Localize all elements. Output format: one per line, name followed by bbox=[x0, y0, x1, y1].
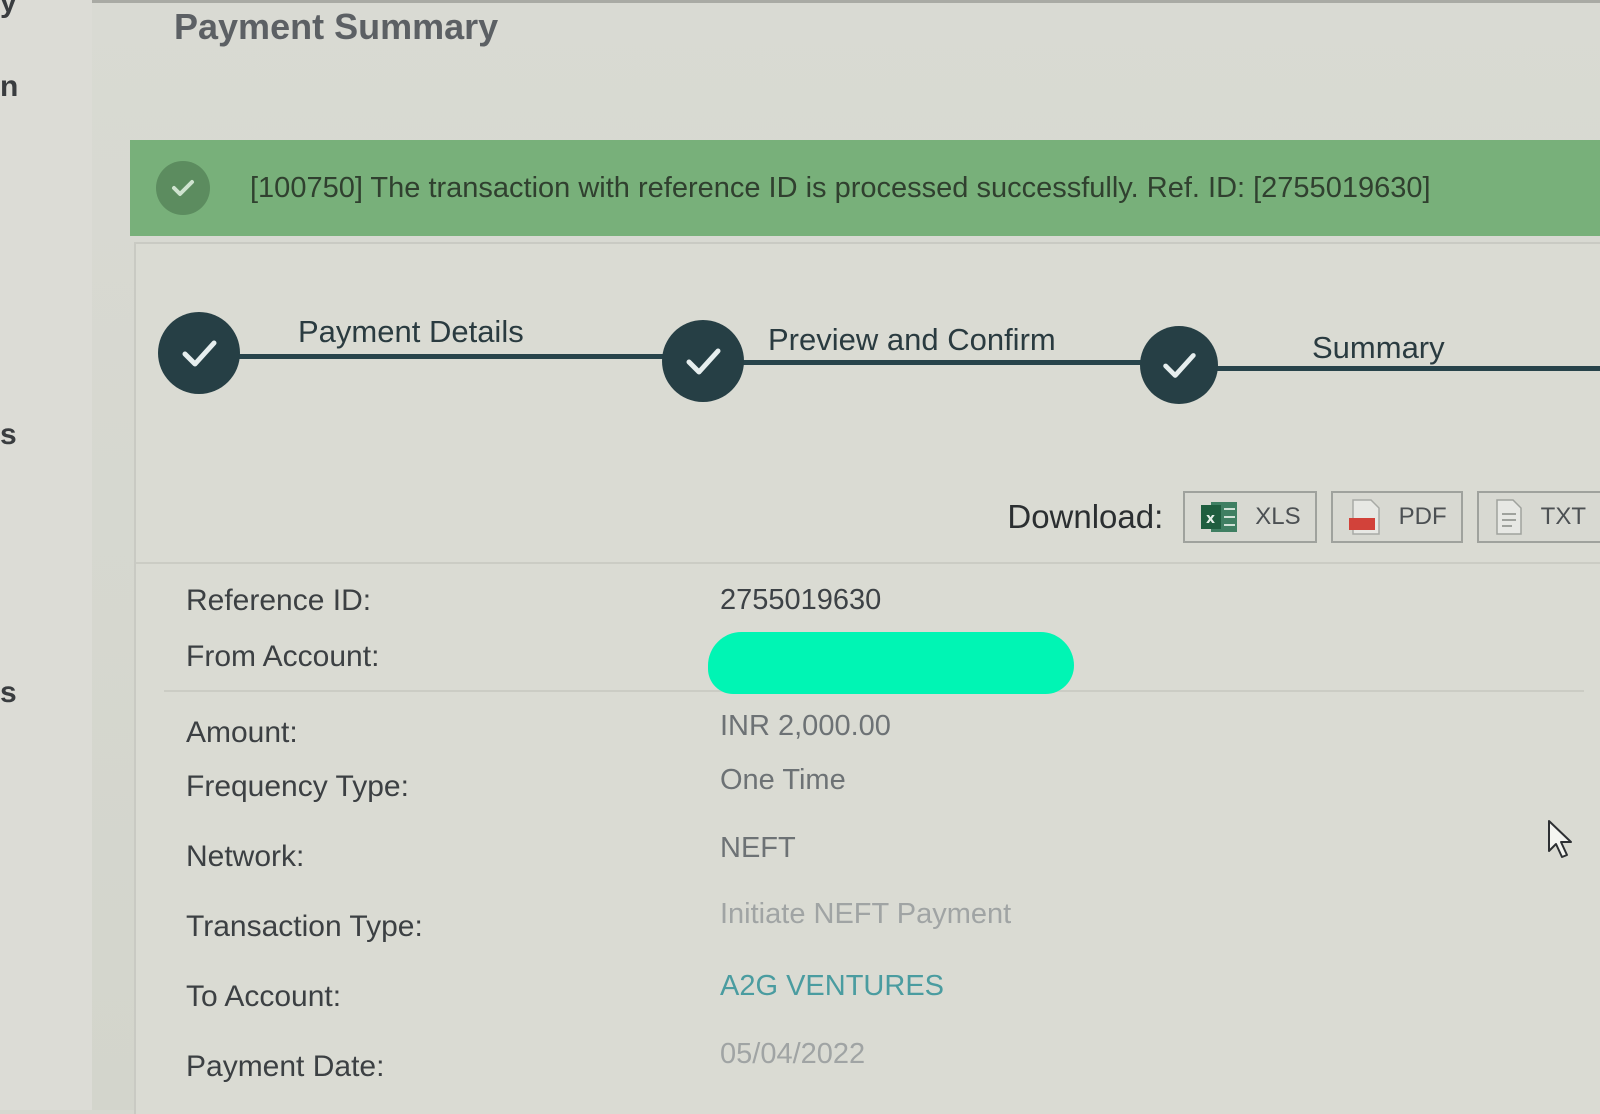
txt-label: TXT bbox=[1540, 503, 1586, 530]
step-connector bbox=[1182, 366, 1600, 371]
reference-id-label: Reference ID: bbox=[186, 584, 372, 617]
step-label-summary: Summary bbox=[1312, 330, 1445, 365]
excel-icon: x bbox=[1199, 499, 1239, 535]
sidebar: y n s s bbox=[0, 0, 94, 1110]
success-alert: [100750] The transaction with reference … bbox=[130, 140, 1600, 236]
txt-icon bbox=[1493, 498, 1525, 536]
section-divider bbox=[136, 562, 1600, 564]
sidebar-text-fragment[interactable]: n bbox=[0, 70, 18, 104]
page-title: Payment Summary bbox=[174, 6, 499, 47]
step-label-payment-details: Payment Details bbox=[298, 314, 524, 349]
redaction-mark bbox=[708, 632, 1074, 694]
transaction-type-label: Transaction Type: bbox=[186, 910, 423, 943]
network-value: NEFT bbox=[720, 832, 796, 864]
payment-summary-card: Payment Details Preview and Confirm Summ… bbox=[134, 242, 1600, 1114]
to-account-label: To Account: bbox=[186, 980, 342, 1013]
pdf-label: PDF bbox=[1398, 503, 1447, 530]
pdf-icon bbox=[1347, 498, 1383, 536]
download-txt-button[interactable]: TXT bbox=[1476, 491, 1600, 543]
payment-date-value: 05/04/2022 bbox=[720, 1038, 866, 1070]
alert-message: [100750] The transaction with reference … bbox=[250, 171, 1431, 204]
reference-id-value: 2755019630 bbox=[720, 584, 882, 616]
download-toolbar: Download: x XLS PDF TXT bbox=[1007, 490, 1600, 544]
main-content: Payment Summary [100750] The transaction… bbox=[92, 0, 1600, 1114]
download-label: Download: bbox=[1007, 498, 1164, 535]
step-check-icon bbox=[662, 320, 744, 402]
step-label-preview-confirm: Preview and Confirm bbox=[768, 322, 1056, 357]
xls-label: XLS bbox=[1255, 503, 1301, 530]
amount-value: INR 2,000.00 bbox=[720, 710, 891, 742]
payment-date-label: Payment Date: bbox=[186, 1050, 385, 1083]
step-connector bbox=[702, 360, 1182, 365]
frequency-type-value: One Time bbox=[720, 764, 846, 796]
sidebar-text-fragment[interactable]: y bbox=[0, 0, 17, 20]
mouse-pointer-icon bbox=[1546, 819, 1576, 866]
step-check-icon bbox=[1140, 326, 1218, 404]
amount-label: Amount: bbox=[186, 716, 298, 749]
top-divider bbox=[92, 0, 1600, 3]
to-account-value[interactable]: A2G VENTURES bbox=[720, 970, 944, 1003]
download-xls-button[interactable]: x XLS bbox=[1183, 491, 1317, 543]
step-check-icon bbox=[158, 312, 240, 394]
frequency-type-label: Frequency Type: bbox=[186, 770, 409, 803]
check-circle-icon bbox=[156, 161, 210, 215]
from-account-label: From Account: bbox=[186, 640, 380, 673]
sidebar-text-fragment[interactable]: s bbox=[0, 418, 17, 452]
step-connector bbox=[200, 354, 700, 359]
transaction-type-value: Initiate NEFT Payment bbox=[720, 898, 1012, 930]
sidebar-text-fragment[interactable]: s bbox=[0, 676, 17, 710]
progress-stepper: Payment Details Preview and Confirm Summ… bbox=[136, 244, 1600, 424]
network-label: Network: bbox=[186, 840, 305, 873]
download-pdf-button[interactable]: PDF bbox=[1330, 491, 1463, 543]
svg-text:x: x bbox=[1206, 511, 1215, 527]
